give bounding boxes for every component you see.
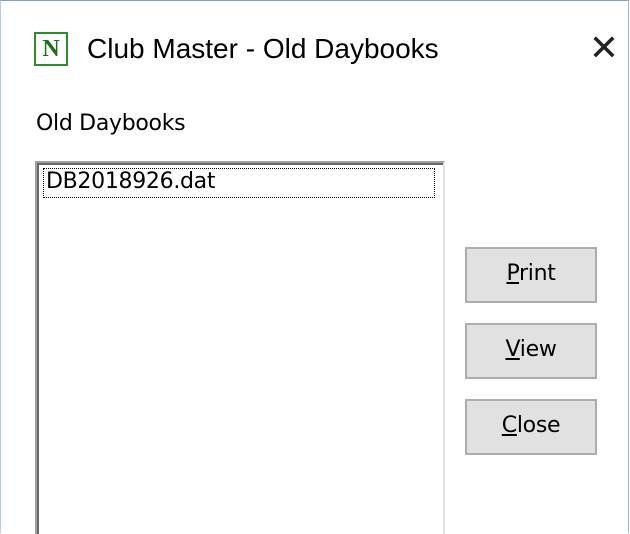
old-daybooks-label: Old Daybooks xyxy=(36,111,186,136)
close-button[interactable]: Close xyxy=(465,399,597,455)
print-button[interactable]: Print xyxy=(465,247,597,303)
close-icon[interactable]: ✕ xyxy=(584,29,624,69)
close-label: lose xyxy=(516,413,561,438)
app-n-icon: N xyxy=(34,32,68,66)
view-button[interactable]: View xyxy=(465,323,597,379)
view-mnemonic: V xyxy=(505,337,520,362)
list-item[interactable]: DB2018926.dat xyxy=(43,168,435,198)
window-title: Club Master - Old Daybooks xyxy=(87,33,439,64)
close-mnemonic: C xyxy=(501,413,517,438)
print-mnemonic: P xyxy=(506,261,520,286)
print-label: rint xyxy=(519,261,556,286)
view-label: iew xyxy=(519,337,557,362)
dialog-window: N Club Master - Old Daybooks ✕ Old Daybo… xyxy=(0,0,629,534)
title-bar[interactable]: N Club Master - Old Daybooks ✕ xyxy=(1,1,629,91)
daybooks-listbox[interactable]: DB2018926.dat xyxy=(35,161,445,534)
